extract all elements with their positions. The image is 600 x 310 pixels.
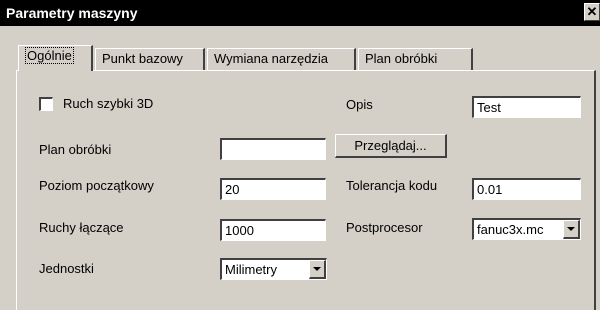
title-bar: Parametry maszyny ✕: [0, 0, 600, 26]
plan-obrobki-label: Plan obróbki: [39, 142, 112, 157]
rapid-3d-label: Ruch szybki 3D: [63, 96, 154, 111]
opis-input[interactable]: Test: [472, 96, 581, 118]
tab-label: Plan obróbki: [365, 51, 438, 66]
postprocesor-value: fanuc3x.mc: [477, 222, 544, 237]
postprocesor-select[interactable]: fanuc3x.mc: [472, 218, 581, 240]
ruchy-laczace-input[interactable]: 1000: [220, 219, 326, 241]
tolerancja-kodu-label: Tolerancja kodu: [346, 178, 438, 193]
tab-wymiana-narzedzia[interactable]: Wymiana narzędzia: [207, 48, 356, 70]
rapid-3d-checkbox[interactable]: [39, 97, 53, 111]
tolerancja-kodu-input[interactable]: 0.01: [472, 178, 581, 200]
tab-punkt-bazowy[interactable]: Punkt bazowy: [95, 48, 205, 70]
jednostki-select[interactable]: Milimetry: [220, 258, 327, 280]
close-button[interactable]: ✕: [584, 3, 600, 21]
jednostki-label: Jednostki: [39, 261, 94, 276]
tab-plan-obrobki[interactable]: Plan obróbki: [358, 48, 473, 70]
window-title: Parametry maszyny: [6, 5, 138, 21]
tab-label: Punkt bazowy: [102, 51, 183, 66]
opis-label: Opis: [346, 97, 373, 112]
postprocesor-label: Postprocesor: [346, 220, 423, 235]
ruchy-laczace-label: Ruchy łączące: [39, 220, 124, 235]
tab-panel-ogolnie: Ruch szybki 3D Opis Test Plan obróbki Pr…: [16, 70, 596, 310]
tab-ogolnie[interactable]: Ogólnie: [18, 45, 93, 71]
jednostki-value: Milimetry: [225, 262, 277, 277]
tab-label: Ogólnie: [25, 47, 74, 64]
plan-obrobki-input[interactable]: [220, 138, 326, 160]
poziom-poczatkowy-input[interactable]: 20: [220, 178, 326, 200]
poziom-poczatkowy-label: Poziom początkowy: [39, 178, 154, 193]
tab-label: Wymiana narzędzia: [214, 51, 329, 66]
close-icon: ✕: [586, 4, 598, 19]
chevron-down-icon[interactable]: [309, 260, 326, 279]
chevron-down-icon[interactable]: [563, 220, 580, 239]
browse-button[interactable]: Przeglądaj...: [335, 134, 447, 158]
